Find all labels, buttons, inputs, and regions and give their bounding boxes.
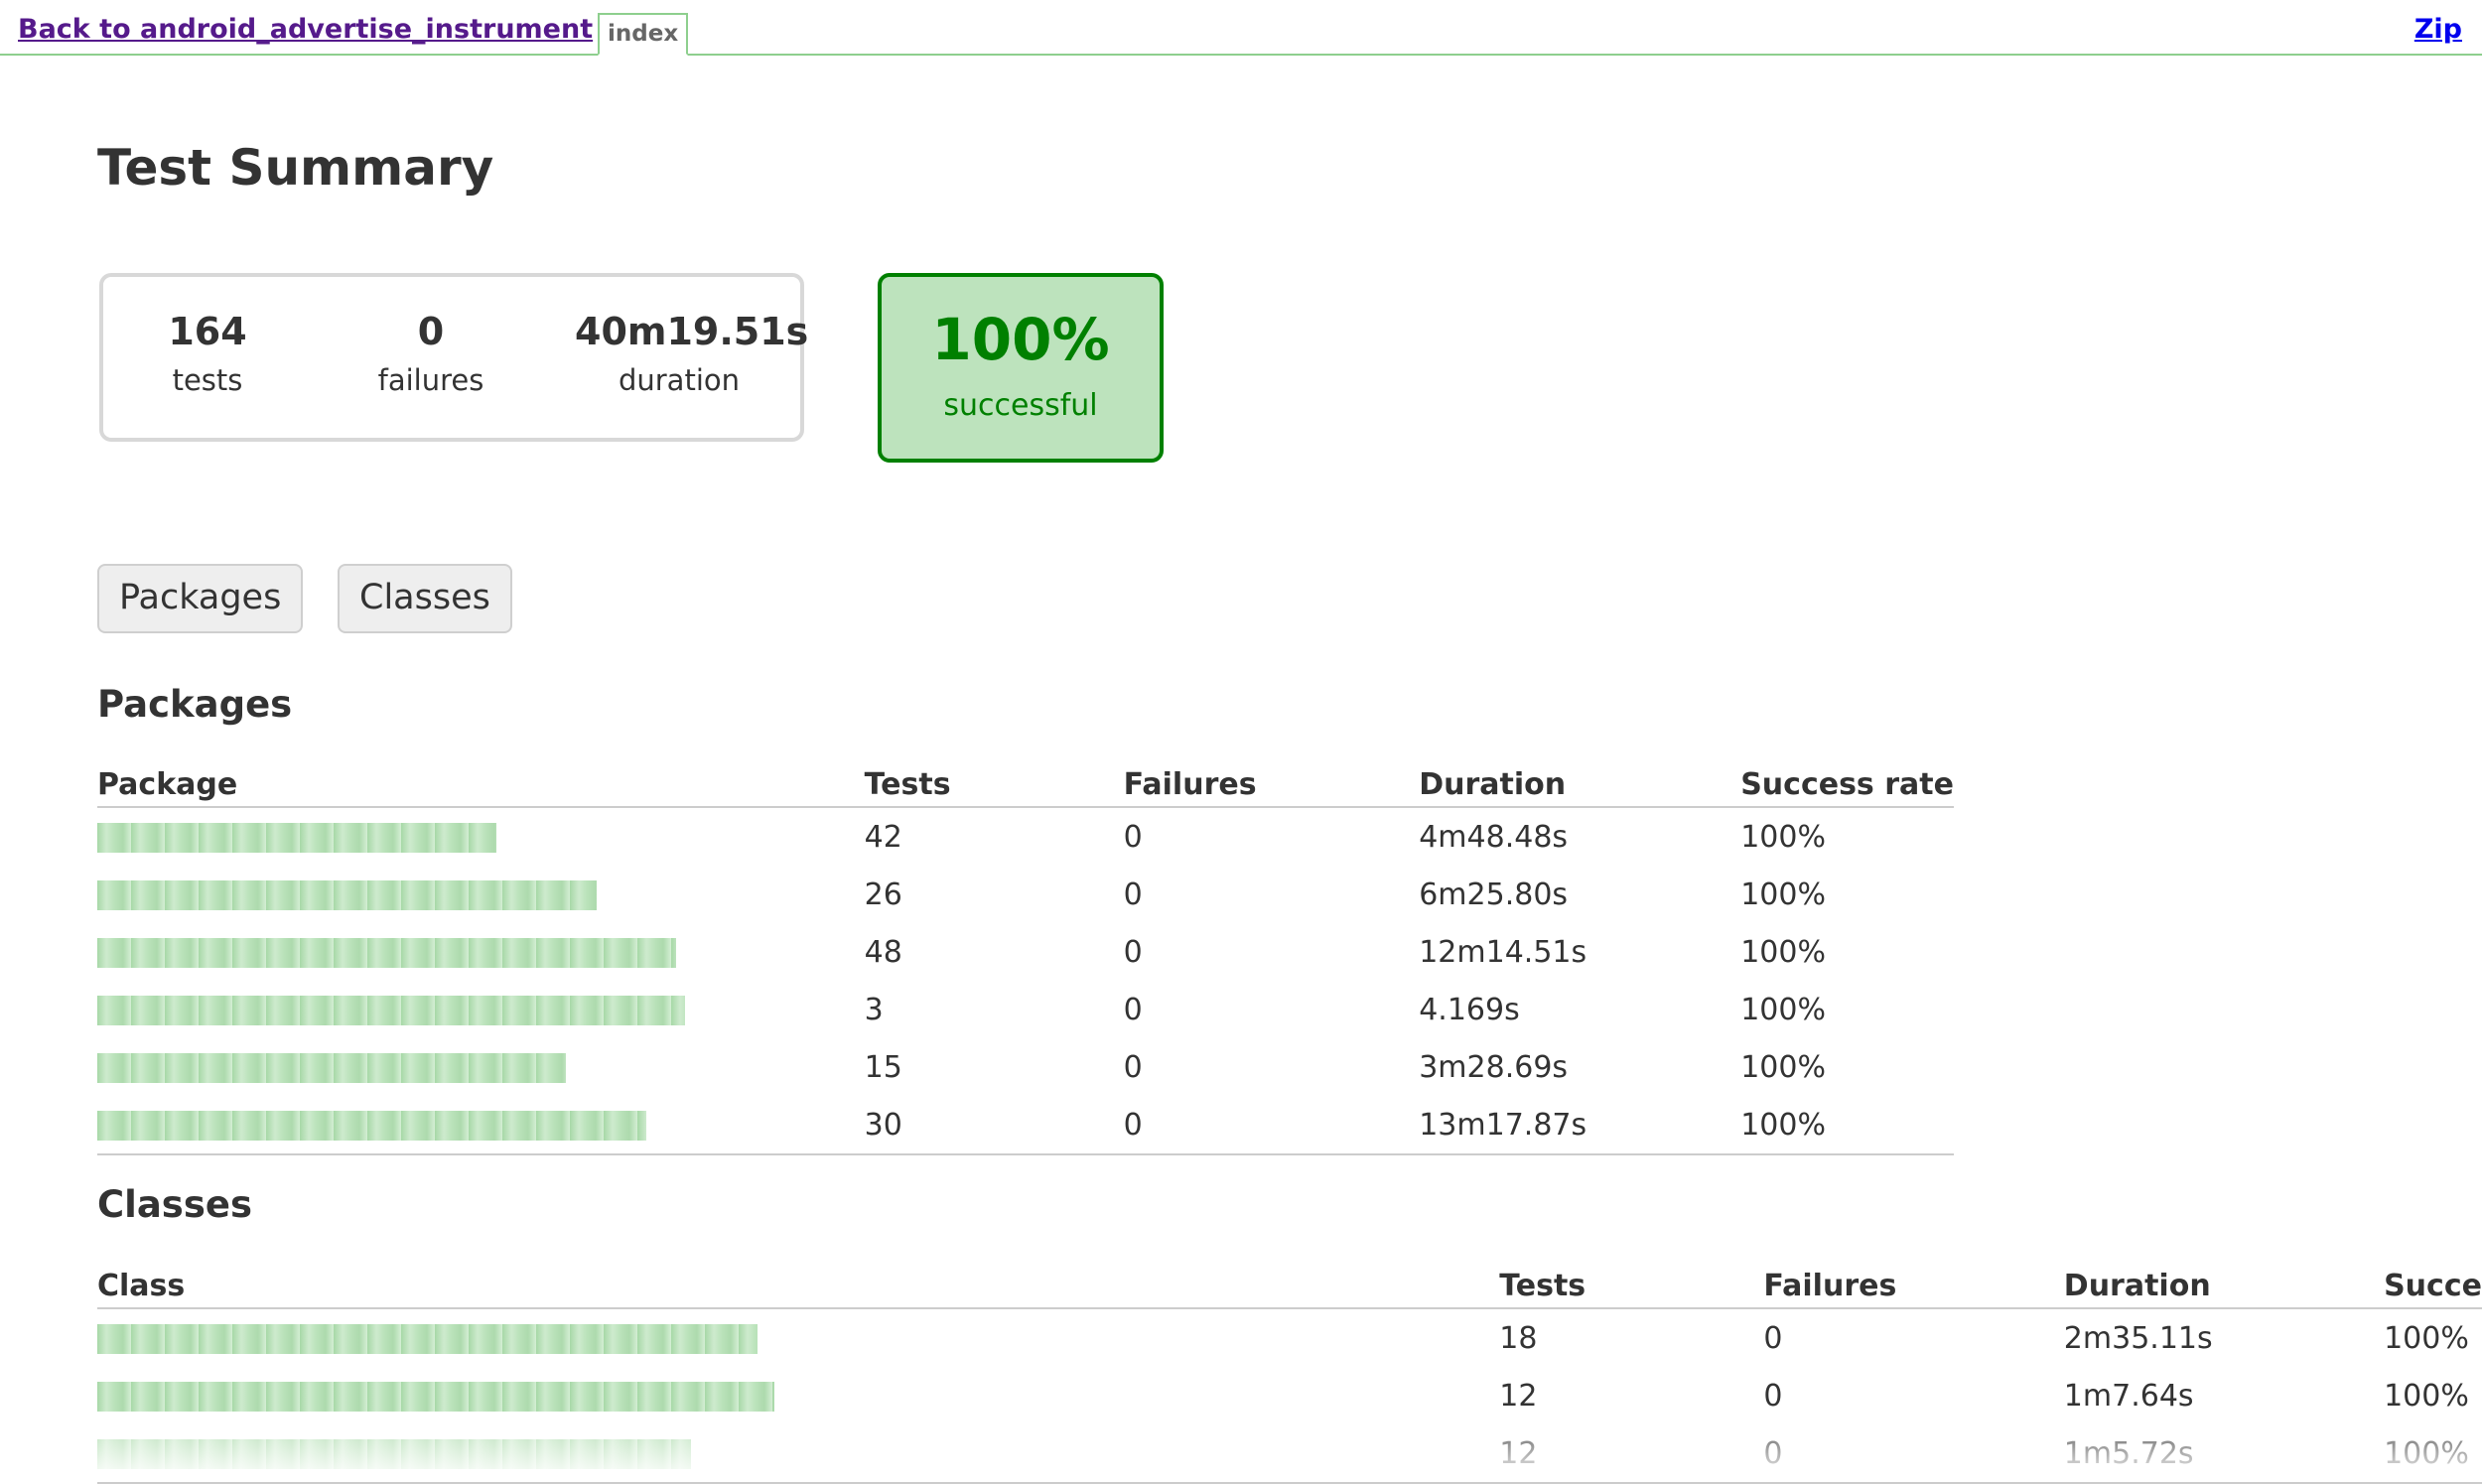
col-duration: Duration bbox=[2063, 1256, 2385, 1309]
success-rate-cell: 100% bbox=[1740, 992, 1826, 1027]
class-link[interactable] bbox=[97, 1439, 691, 1469]
table-row: 15 0 3m28.69s 100% bbox=[97, 1038, 1954, 1096]
summary-box: 164 tests 0 failures 40m19.51s duration bbox=[99, 273, 809, 442]
tests-cell: 12 bbox=[1499, 1378, 1538, 1414]
classes-title: Classes bbox=[97, 1183, 252, 1226]
success-rate-cell: 100% bbox=[1740, 934, 1826, 970]
failures-cell: 0 bbox=[1123, 819, 1143, 855]
col-success-rate: Succe bbox=[2384, 1256, 2482, 1309]
failures-cell: 0 bbox=[1123, 1049, 1143, 1085]
success-rate-cell: 100% bbox=[2384, 1378, 2469, 1414]
duration-cell: 3m28.69s bbox=[1419, 1049, 1569, 1085]
success-rate-label: successful bbox=[943, 388, 1098, 423]
failures-cell: 0 bbox=[1123, 1096, 1420, 1155]
duration-cell: 4m48.48s bbox=[1419, 819, 1569, 855]
package-link[interactable] bbox=[97, 1053, 566, 1083]
table-row: 42 0 4m48.48s 100% bbox=[97, 807, 1954, 866]
package-link[interactable] bbox=[97, 823, 496, 853]
tests-cell: 30 bbox=[864, 1096, 1124, 1155]
success-rate-cell: 100% bbox=[1740, 1096, 1954, 1155]
page-title: Test Summary bbox=[97, 139, 494, 197]
top-bar: Back to android_advertise_instrument ind… bbox=[0, 0, 2482, 56]
tests-cell: 15 bbox=[864, 1049, 902, 1085]
tests-cell: 48 bbox=[864, 934, 902, 970]
package-link[interactable] bbox=[97, 938, 676, 968]
packages-header-row: Package Tests Failures Duration Success … bbox=[97, 754, 1954, 808]
col-failures: Failures bbox=[1763, 1256, 2064, 1309]
table-row: 18 0 2m35.11s 100% bbox=[97, 1308, 2482, 1367]
back-link[interactable]: Back to android_advertise_instrument bbox=[18, 14, 593, 45]
table-row: 12 0 1m7.64s 100% bbox=[97, 1367, 2482, 1424]
duration-cell: 4.169s bbox=[1419, 992, 1520, 1027]
success-rate-cell: 100% bbox=[1740, 877, 1826, 912]
duration-cell: 12m14.51s bbox=[1419, 934, 1587, 970]
success-rate-cell: 100% bbox=[1740, 819, 1826, 855]
failures-cell: 0 bbox=[1763, 1378, 1783, 1414]
failures-count: 0 bbox=[417, 310, 445, 353]
packages-table: Package Tests Failures Duration Success … bbox=[97, 754, 1954, 1155]
class-link[interactable] bbox=[97, 1324, 758, 1354]
tests-cell: 12 bbox=[1499, 1424, 1764, 1484]
table-row: 3 0 4.169s 100% bbox=[97, 981, 1954, 1038]
tab-classes[interactable]: Classes bbox=[338, 564, 512, 633]
col-failures: Failures bbox=[1123, 754, 1420, 808]
failures-cell: 0 bbox=[1123, 992, 1143, 1027]
duration-cell: 6m25.80s bbox=[1419, 877, 1569, 912]
tab-packages[interactable]: Packages bbox=[97, 564, 304, 633]
table-row: 12 0 1m5.72s 100% bbox=[97, 1424, 2482, 1484]
col-tests: Tests bbox=[1499, 1256, 1764, 1309]
package-link[interactable] bbox=[97, 996, 685, 1025]
failures-cell: 0 bbox=[1123, 934, 1143, 970]
failures-counter: 0 failures bbox=[366, 309, 495, 398]
packages-title: Packages bbox=[97, 683, 293, 726]
duration-cell: 13m17.87s bbox=[1419, 1096, 1741, 1155]
tests-cell: 42 bbox=[864, 819, 902, 855]
col-success-rate: Success rate bbox=[1740, 754, 1954, 808]
success-rate-cell: 100% bbox=[2384, 1320, 2469, 1356]
duration-cell: 1m5.72s bbox=[2063, 1424, 2385, 1484]
col-duration: Duration bbox=[1419, 754, 1741, 808]
duration-label: duration bbox=[618, 363, 741, 397]
tests-cell: 18 bbox=[1499, 1320, 1538, 1356]
duration-value: 40m19.51s bbox=[575, 310, 809, 353]
table-row: 26 0 6m25.80s 100% bbox=[97, 866, 1954, 923]
success-rate-cell: 100% bbox=[2384, 1424, 2482, 1484]
duration-cell: 1m7.64s bbox=[2063, 1378, 2194, 1414]
success-rate-value: 100% bbox=[931, 306, 1110, 373]
tests-cell: 26 bbox=[864, 877, 902, 912]
tests-cell: 3 bbox=[864, 992, 884, 1027]
package-link[interactable] bbox=[97, 1111, 646, 1141]
table-row: 30 0 13m17.87s 100% bbox=[97, 1096, 1954, 1155]
tests-count: 164 bbox=[168, 310, 247, 353]
zip-link[interactable]: Zip bbox=[2414, 14, 2462, 45]
col-package: Package bbox=[97, 754, 865, 808]
classes-table: Class Tests Failures Duration Succe 18 0… bbox=[97, 1256, 2482, 1484]
failures-cell: 0 bbox=[1763, 1424, 2064, 1484]
class-link[interactable] bbox=[97, 1382, 774, 1412]
tab-index[interactable]: index bbox=[598, 13, 689, 56]
col-tests: Tests bbox=[864, 754, 1124, 808]
classes-header-row: Class Tests Failures Duration Succe bbox=[97, 1256, 2482, 1309]
failures-cell: 0 bbox=[1763, 1320, 1783, 1356]
col-class: Class bbox=[97, 1256, 1500, 1309]
success-rate-box: 100% successful bbox=[878, 273, 1164, 463]
failures-label: failures bbox=[377, 363, 484, 397]
duration-counter: 40m19.51s duration bbox=[575, 309, 809, 398]
table-row: 48 0 12m14.51s 100% bbox=[97, 923, 1954, 981]
package-link[interactable] bbox=[97, 880, 597, 910]
success-rate-cell: 100% bbox=[1740, 1049, 1826, 1085]
tests-counter: 164 tests bbox=[153, 309, 262, 398]
failures-cell: 0 bbox=[1123, 877, 1143, 912]
tests-label: tests bbox=[172, 363, 243, 397]
duration-cell: 2m35.11s bbox=[2063, 1320, 2213, 1356]
